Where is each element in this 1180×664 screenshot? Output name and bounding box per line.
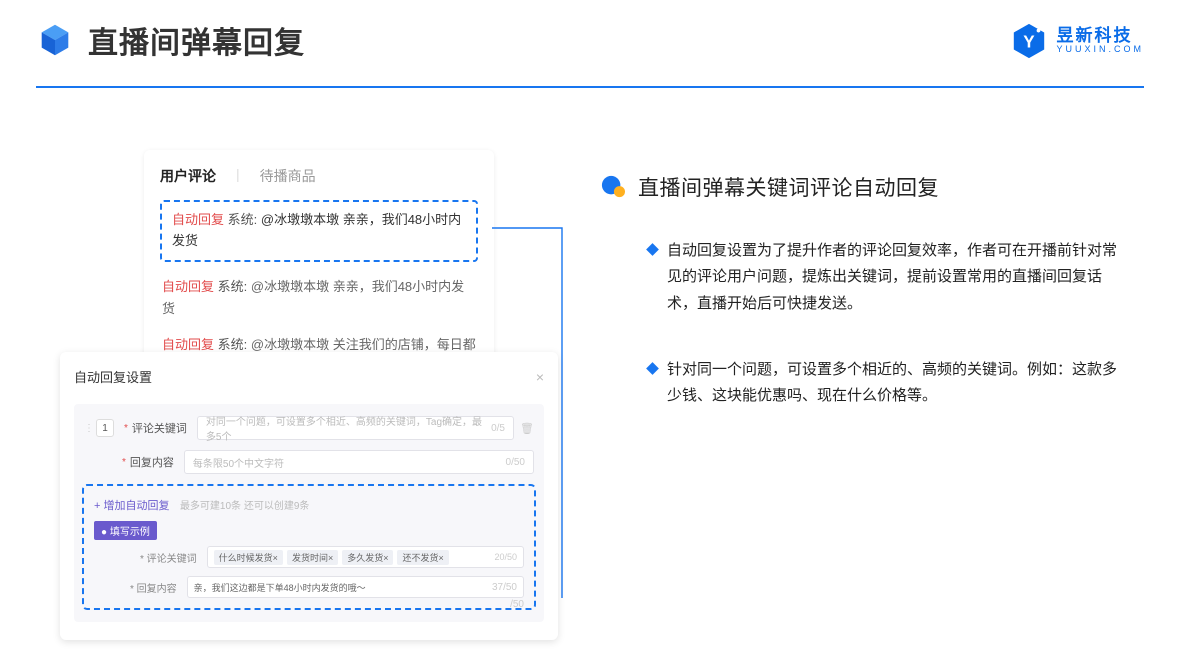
system-label: 系统: (218, 337, 248, 352)
auto-reply-settings-panel: 自动回复设置 × ⋮⋮ 1 * 评论关键词 对同一个问题，可设置多个相近、高频的… (60, 352, 558, 640)
required-star: * (122, 457, 126, 468)
auto-reply-badge: 自动回复 (172, 212, 224, 227)
bullet-item: 自动回复设置为了提升作者的评论回复效率，作者可在开播前针对常见的评论用户问题，提… (648, 238, 1130, 317)
brand-name-en: YUUXIN.COM (1056, 45, 1144, 55)
brand-hex-icon: Y (1010, 22, 1048, 60)
settings-title: 自动回复设置 (74, 367, 152, 386)
tab-user-comments[interactable]: 用户评论 (160, 166, 216, 186)
highlighted-comment: 自动回复 系统: @冰墩墩本墩 亲亲，我们48小时内发货 (160, 200, 478, 262)
content-placeholder: 每条限50个中文字符 (193, 455, 284, 470)
tag-chip[interactable]: 什么时候发货× (214, 550, 283, 565)
content-input[interactable]: 每条限50个中文字符 0/50 (184, 450, 534, 474)
trash-icon[interactable]: 🗑 (520, 422, 534, 435)
ex-tag-counter: 20/50 (494, 552, 517, 562)
auto-reply-badge: 自动回复 (162, 337, 214, 352)
ex-content-value: 亲，我们这边都是下单48小时内发货的哦～ (194, 581, 366, 594)
tag-chip[interactable]: 还不发货× (397, 550, 448, 565)
ghost-counter: /50 (510, 599, 524, 610)
page-title: 直播间弹幕回复 (88, 18, 305, 62)
example-label: ● 填写示例 (94, 521, 157, 540)
keyword-input[interactable]: 对同一个问题，可设置多个相近、高频的关键词，Tag确定，最多5个 0/5 (197, 416, 514, 440)
ex-keyword-label: * 评论关键词 (140, 550, 197, 565)
bullet-item: 针对同一个问题，可设置多个相近的、高频的关键词。例如：这款多少钱、这块能优惠吗、… (648, 357, 1130, 410)
brand-logo: Y 昱新科技 YUUXIN.COM (1010, 22, 1144, 60)
tag-chip[interactable]: 发货时间× (287, 550, 338, 565)
system-label: 系统: (228, 212, 258, 227)
content-label: 回复内容 (130, 454, 174, 470)
content-counter: 0/50 (506, 457, 525, 468)
keyword-counter: 0/5 (491, 423, 505, 434)
add-auto-reply-link[interactable]: + 增加自动回复 (94, 497, 169, 513)
bullet-text: 针对同一个问题，可设置多个相近的、高频的关键词。例如：这款多少钱、这块能优惠吗、… (667, 357, 1130, 410)
chat-bubble-icon (600, 175, 626, 199)
tab-divider: | (236, 166, 240, 186)
ex-content-label: * 回复内容 (130, 580, 177, 595)
system-label: 系统: (218, 279, 248, 294)
row-number: 1 (96, 419, 114, 437)
auto-reply-badge: 自动回复 (162, 279, 214, 294)
tag-chip[interactable]: 多久发货× (342, 550, 393, 565)
cube-icon (36, 21, 74, 59)
add-hint: 最多可建10条 还可以创建9条 (180, 501, 309, 512)
drag-handle-icon[interactable]: ⋮⋮ (84, 423, 92, 434)
svg-text:Y: Y (1024, 33, 1036, 52)
bullet-text: 自动回复设置为了提升作者的评论回复效率，作者可在开播前针对常见的评论用户问题，提… (667, 238, 1130, 317)
close-icon[interactable]: × (536, 369, 544, 385)
tab-pending-products[interactable]: 待播商品 (260, 166, 316, 186)
ex-content-counter: 37/50 (492, 582, 517, 593)
brand-name-cn: 昱新科技 (1056, 27, 1144, 46)
ex-content-input[interactable]: 亲，我们这边都是下单48小时内发货的哦～ 37/50 (187, 576, 524, 598)
ex-keyword-input[interactable]: 什么时候发货× 发货时间× 多久发货× 还不发货× 20/50 (207, 546, 524, 568)
keyword-placeholder: 对同一个问题，可设置多个相近、高频的关键词，Tag确定，最多5个 (206, 413, 491, 443)
header-divider (36, 86, 1144, 88)
comment-row: 自动回复 系统: @冰墩墩本墩 亲亲，我们48小时内发货 (160, 272, 478, 330)
keyword-label: 评论关键词 (132, 420, 187, 436)
section-title: 直播间弹幕关键词评论自动回复 (638, 172, 939, 202)
diamond-bullet-icon (646, 362, 659, 375)
required-star: * (124, 423, 128, 434)
diamond-bullet-icon (646, 243, 659, 256)
example-box: + 增加自动回复 最多可建10条 还可以创建9条 ● 填写示例 * 评论关键词 … (82, 484, 536, 610)
